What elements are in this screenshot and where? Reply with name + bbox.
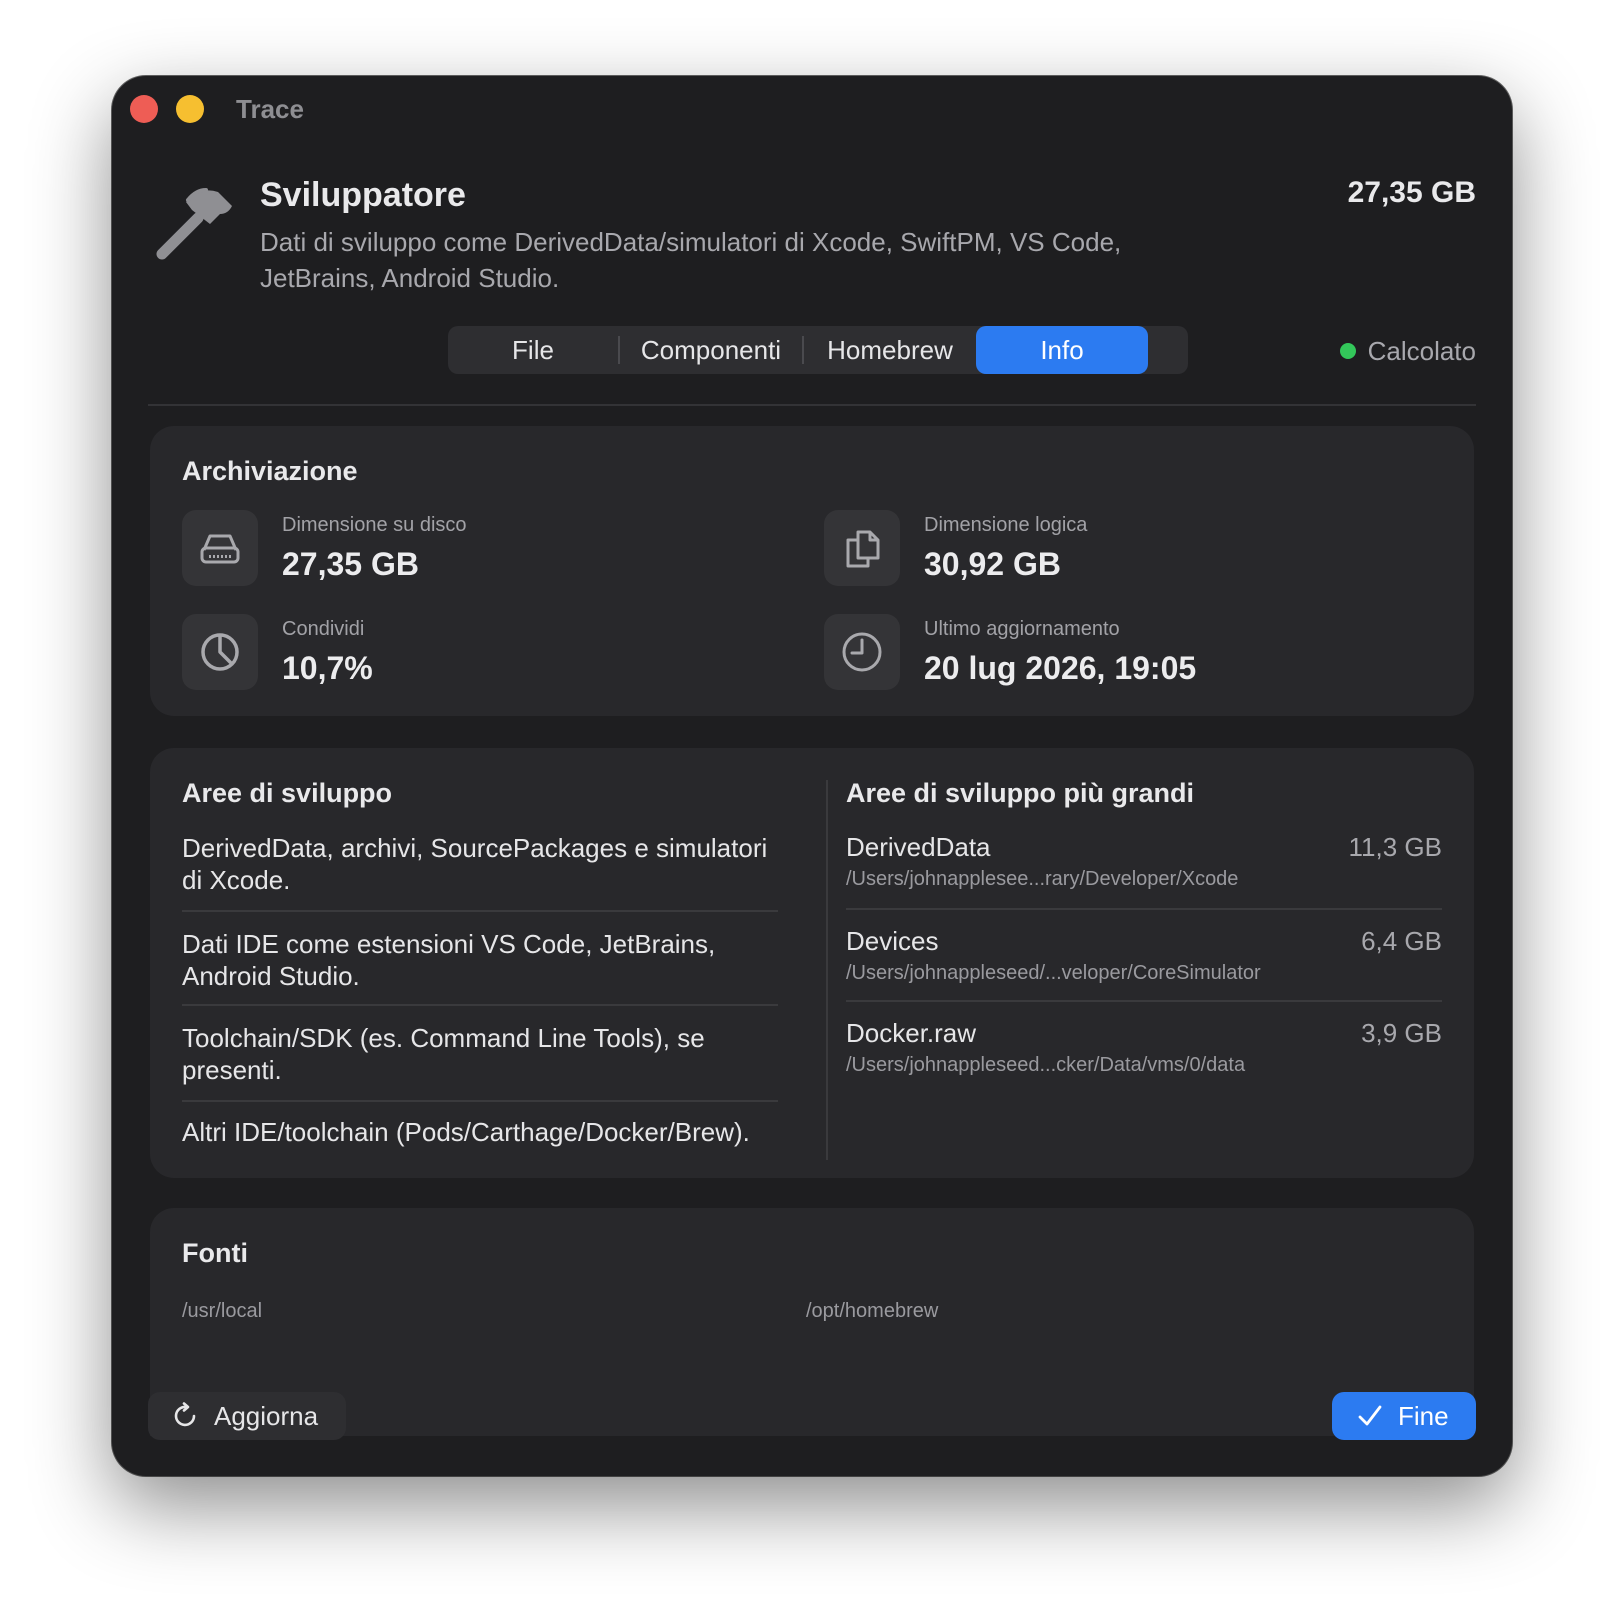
category-size: 27,35 GB — [1347, 176, 1476, 209]
category-description: Dati di sviluppo come DerivedData/simula… — [260, 227, 1122, 293]
source-path: /opt/homebrew — [806, 1300, 939, 1322]
storage-panel: Archiviazione Dimensione su disco 27,35 … — [150, 426, 1474, 716]
refresh-button[interactable]: Aggiorna — [148, 1392, 346, 1440]
largest-divider — [846, 908, 1442, 910]
largest-area-name: DerivedData — [846, 832, 991, 862]
largest-area-path: /Users/johnapplesee...rary/Developer/Xco… — [846, 868, 1239, 890]
stat-label: Dimensione logica — [924, 514, 1088, 536]
done-label: Fine — [1398, 1400, 1449, 1431]
minimize-window-button[interactable] — [176, 95, 204, 123]
largest-area-row[interactable]: Devices 6,4 GB /Users/johnappleseed/...v… — [846, 926, 1442, 1006]
category-title: Sviluppatore — [260, 176, 466, 214]
area-divider — [182, 910, 778, 912]
status-dot-icon — [1339, 343, 1356, 359]
stat-label: Dimensione su disco — [282, 514, 467, 536]
tab-bar: File Componenti Homebrew Info — [448, 326, 1188, 374]
clock-icon — [824, 614, 900, 690]
sources-panel: Fonti /usr/local /opt/homebrew — [150, 1208, 1474, 1436]
checkmark-icon — [1356, 1402, 1384, 1430]
storage-title: Archiviazione — [182, 456, 358, 486]
area-divider — [182, 1100, 778, 1102]
stat-share: Condividi 10,7% — [182, 614, 742, 694]
documents-icon — [824, 510, 900, 586]
status-label: Calcolato — [1367, 335, 1476, 366]
area-item: Altri IDE/toolchain (Pods/Carthage/Docke… — [182, 1117, 750, 1147]
stat-label: Condividi — [282, 618, 365, 640]
largest-area-path: /Users/johnappleseed...cker/Data/vms/0/d… — [846, 1054, 1246, 1076]
area-item: DerivedData, archivi, SourcePackages e s… — [182, 833, 768, 895]
stat-value: 10,7% — [282, 650, 373, 686]
content-scroll-area[interactable]: Archiviazione Dimensione su disco 27,35 … — [112, 406, 1512, 1436]
pie-chart-icon — [182, 614, 258, 690]
areas-title: Aree di sviluppo — [182, 778, 393, 808]
status-indicator: Calcolato — [1339, 334, 1476, 368]
stat-label: Ultimo aggiornamento — [924, 618, 1120, 640]
hard-drive-icon — [182, 510, 258, 586]
largest-area-row[interactable]: Docker.raw 3,9 GB /Users/johnappleseed..… — [846, 1018, 1442, 1098]
stat-value: 27,35 GB — [282, 546, 419, 582]
largest-divider — [846, 1000, 1442, 1002]
area-item: Dati IDE come estensioni VS Code, JetBra… — [182, 929, 716, 991]
stat-value: 30,92 GB — [924, 546, 1061, 582]
done-button[interactable]: Fine — [1332, 1392, 1476, 1440]
sources-title: Fonti — [182, 1238, 248, 1268]
largest-area-row[interactable]: DerivedData 11,3 GB /Users/johnapplesee.… — [846, 832, 1442, 912]
app-window: Trace Sviluppatore Dati di sviluppo come… — [112, 76, 1512, 1476]
tab-componenti[interactable]: Componenti — [620, 326, 802, 374]
hammer-icon — [148, 180, 238, 270]
refresh-icon — [172, 1402, 200, 1430]
largest-area-name: Docker.raw — [846, 1018, 977, 1048]
area-divider — [182, 1004, 778, 1006]
tab-file[interactable]: File — [448, 326, 618, 374]
largest-area-size: 3,9 GB — [1361, 1018, 1442, 1048]
refresh-label: Aggiorna — [214, 1400, 319, 1431]
largest-areas-title: Aree di sviluppo più grandi — [846, 778, 1195, 808]
source-path: /usr/local — [182, 1300, 263, 1322]
title-bar: Trace — [112, 76, 1512, 140]
window-title: Trace — [236, 94, 304, 124]
stat-logical-size: Dimensione logica 30,92 GB — [824, 510, 1384, 590]
tab-info[interactable]: Info — [976, 326, 1148, 374]
column-divider — [826, 780, 828, 1160]
area-item: Toolchain/SDK (es. Command Line Tools), … — [182, 1023, 705, 1085]
largest-area-path: /Users/johnappleseed/...veloper/CoreSimu… — [846, 962, 1261, 984]
tab-homebrew[interactable]: Homebrew — [804, 326, 976, 374]
close-window-button[interactable] — [130, 95, 158, 123]
largest-area-name: Devices — [846, 926, 939, 956]
largest-area-size: 6,4 GB — [1361, 926, 1442, 956]
stat-value: 20 lug 2026, 19:05 — [924, 650, 1197, 686]
largest-area-size: 11,3 GB — [1348, 832, 1442, 862]
stat-last-updated: Ultimo aggiornamento 20 lug 2026, 19:05 — [824, 614, 1384, 694]
stat-disk-size: Dimensione su disco 27,35 GB — [182, 510, 742, 590]
development-areas-panel: Aree di sviluppo DerivedData, archivi, S… — [150, 748, 1474, 1178]
